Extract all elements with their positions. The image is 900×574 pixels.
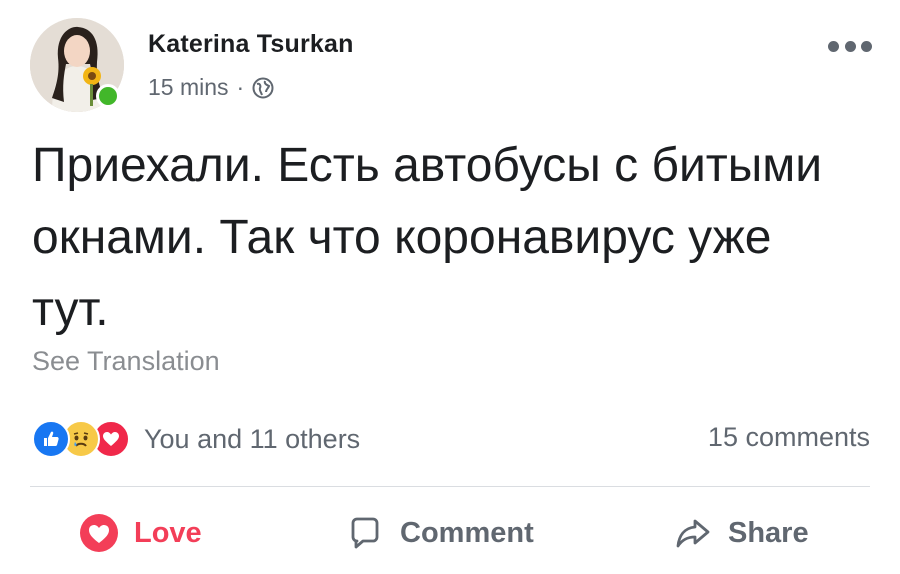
feed-post: Katerina Tsurkan 15 mins · Приехали. Ест… — [0, 0, 900, 574]
post-timestamp[interactable]: 15 mins — [148, 74, 229, 101]
action-divider — [30, 486, 870, 487]
reaction-count-text: You and 11 others — [144, 423, 361, 454]
reaction-summary[interactable]: You and 11 others — [32, 420, 360, 458]
comment-button[interactable]: Comment — [344, 508, 534, 558]
online-status-dot — [96, 84, 120, 108]
meta-separator: · — [236, 74, 245, 100]
post-meta: 15 mins · — [148, 74, 274, 101]
see-translation-link[interactable]: See Translation — [32, 346, 220, 377]
more-options-icon[interactable] — [828, 38, 872, 54]
love-button-label: Love — [134, 516, 202, 549]
author-avatar[interactable] — [30, 18, 124, 112]
love-button[interactable]: Love — [78, 508, 202, 558]
comment-icon — [344, 512, 386, 554]
author-name[interactable]: Katerina Tsurkan — [148, 30, 354, 59]
love-reaction-icon — [78, 512, 120, 554]
share-icon — [672, 512, 714, 554]
like-icon — [32, 420, 70, 458]
comment-button-label: Comment — [400, 516, 534, 549]
comments-count[interactable]: 15 comments — [708, 422, 870, 453]
share-button[interactable]: Share — [672, 508, 809, 558]
globe-icon — [252, 77, 274, 99]
action-bar: Love Comment Share — [0, 496, 900, 570]
post-body: Приехали. Есть автобусы с битыми окнами.… — [32, 139, 823, 336]
share-button-label: Share — [728, 516, 809, 549]
